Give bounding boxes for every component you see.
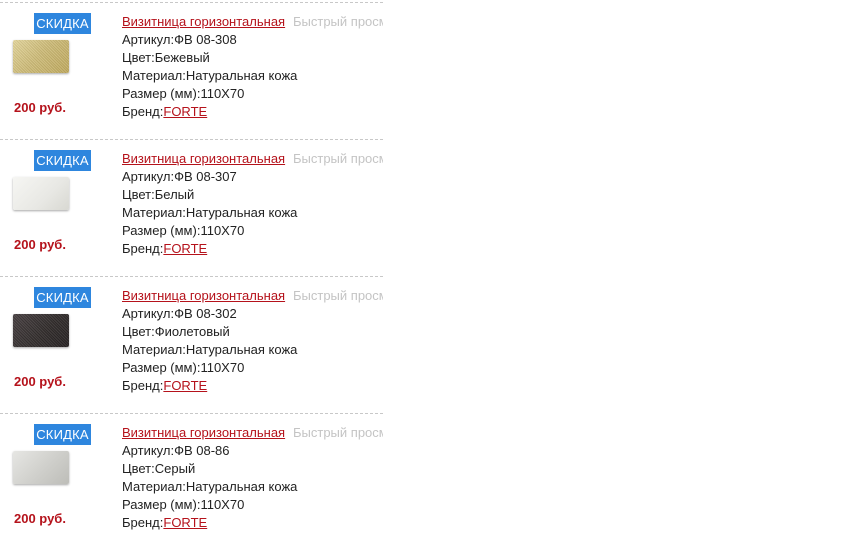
product-price: 200 руб. (14, 237, 66, 252)
material-value: Натуральная кожа (185, 479, 298, 494)
product-title-link[interactable]: Визитница горизонтальная (122, 425, 285, 440)
color-value: Белый (154, 187, 195, 202)
article-row: Артикул:ФВ 08-308 (122, 31, 383, 49)
article-value: ФВ 08-308 (174, 32, 237, 47)
color-row: Цвет:Бежевый (122, 49, 383, 67)
material-value: Натуральная кожа (185, 342, 298, 357)
size-row: Размер (мм):110Х70 (122, 222, 383, 240)
product-details: Визитница горизонтальная Быстрый просмот… (122, 13, 383, 121)
material-label: Материал: (122, 68, 186, 83)
quick-view-link[interactable]: Быстрый просмотр (293, 424, 383, 442)
product-title-link[interactable]: Визитница горизонтальная (122, 151, 285, 166)
product-details: Визитница горизонтальная Быстрый просмот… (122, 150, 383, 258)
color-row: Цвет:Серый (122, 460, 383, 478)
color-label: Цвет: (122, 461, 155, 476)
brand-label: Бренд: (122, 104, 164, 119)
material-label: Материал: (122, 479, 186, 494)
product-card: СКИДКА 200 руб. Визитница горизонтальная… (0, 2, 383, 140)
color-label: Цвет: (122, 50, 155, 65)
product-image[interactable] (13, 40, 69, 73)
article-row: Артикул:ФВ 08-307 (122, 168, 383, 186)
brand-link[interactable]: FORTE (163, 378, 207, 393)
size-label: Размер (мм): (122, 360, 201, 375)
product-title-link[interactable]: Визитница горизонтальная (122, 14, 285, 29)
brand-row: Бренд:FORTE (122, 377, 383, 395)
quick-view-link[interactable]: Быстрый просмотр (293, 150, 383, 168)
article-value: ФВ 08-86 (174, 443, 230, 458)
size-label: Размер (мм): (122, 86, 201, 101)
product-price: 200 руб. (14, 374, 66, 389)
discount-badge: СКИДКА (34, 150, 91, 171)
product-title-link[interactable]: Визитница горизонтальная (122, 288, 285, 303)
brand-row: Бренд:FORTE (122, 240, 383, 258)
article-row: Артикул:ФВ 08-86 (122, 442, 383, 460)
brand-link[interactable]: FORTE (163, 515, 207, 530)
discount-badge: СКИДКА (34, 287, 91, 308)
color-value: Бежевый (154, 50, 210, 65)
brand-label: Бренд: (122, 515, 164, 530)
material-row: Материал:Натуральная кожа (122, 204, 383, 222)
size-value: 110Х70 (200, 86, 245, 101)
product-title-row: Визитница горизонтальная Быстрый просмот… (122, 287, 383, 305)
size-value: 110Х70 (200, 223, 245, 238)
product-card: СКИДКА 200 руб. Визитница горизонтальная… (0, 276, 383, 414)
quick-view-link[interactable]: Быстрый просмотр (293, 13, 383, 31)
product-details: Визитница горизонтальная Быстрый просмот… (122, 424, 383, 532)
material-row: Материал:Натуральная кожа (122, 341, 383, 359)
size-label: Размер (мм): (122, 223, 201, 238)
product-image[interactable] (13, 177, 69, 210)
product-image[interactable] (13, 451, 69, 484)
brand-link[interactable]: FORTE (163, 104, 207, 119)
color-label: Цвет: (122, 324, 155, 339)
article-label: Артикул: (122, 32, 175, 47)
product-price: 200 руб. (14, 511, 66, 526)
product-title-row: Визитница горизонтальная Быстрый просмот… (122, 150, 383, 168)
color-row: Цвет:Фиолетовый (122, 323, 383, 341)
color-label: Цвет: (122, 187, 155, 202)
product-details: Визитница горизонтальная Быстрый просмот… (122, 287, 383, 395)
brand-label: Бренд: (122, 378, 164, 393)
color-value: Серый (154, 461, 196, 476)
article-label: Артикул: (122, 169, 175, 184)
material-row: Материал:Натуральная кожа (122, 67, 383, 85)
product-price: 200 руб. (14, 100, 66, 115)
article-value: ФВ 08-307 (174, 169, 237, 184)
color-value: Фиолетовый (154, 324, 230, 339)
product-list: СКИДКА 200 руб. Визитница горизонтальная… (0, 0, 383, 540)
size-value: 110Х70 (200, 497, 245, 512)
discount-badge: СКИДКА (34, 424, 91, 445)
product-title-row: Визитница горизонтальная Быстрый просмот… (122, 13, 383, 31)
size-row: Размер (мм):110Х70 (122, 85, 383, 103)
quick-view-link[interactable]: Быстрый просмотр (293, 287, 383, 305)
brand-row: Бренд:FORTE (122, 514, 383, 532)
size-row: Размер (мм):110Х70 (122, 496, 383, 514)
size-value: 110Х70 (200, 360, 245, 375)
product-card: СКИДКА 200 руб. Визитница горизонтальная… (0, 413, 383, 540)
brand-row: Бренд:FORTE (122, 103, 383, 121)
size-row: Размер (мм):110Х70 (122, 359, 383, 377)
material-label: Материал: (122, 342, 186, 357)
article-value: ФВ 08-302 (174, 306, 237, 321)
discount-badge: СКИДКА (34, 13, 91, 34)
product-card: СКИДКА 200 руб. Визитница горизонтальная… (0, 139, 383, 277)
color-row: Цвет:Белый (122, 186, 383, 204)
brand-link[interactable]: FORTE (163, 241, 207, 256)
material-label: Материал: (122, 205, 186, 220)
product-image[interactable] (13, 314, 69, 347)
size-label: Размер (мм): (122, 497, 201, 512)
article-label: Артикул: (122, 306, 175, 321)
product-title-row: Визитница горизонтальная Быстрый просмот… (122, 424, 383, 442)
article-row: Артикул:ФВ 08-302 (122, 305, 383, 323)
material-value: Натуральная кожа (185, 68, 298, 83)
material-row: Материал:Натуральная кожа (122, 478, 383, 496)
brand-label: Бренд: (122, 241, 164, 256)
article-label: Артикул: (122, 443, 175, 458)
material-value: Натуральная кожа (185, 205, 298, 220)
